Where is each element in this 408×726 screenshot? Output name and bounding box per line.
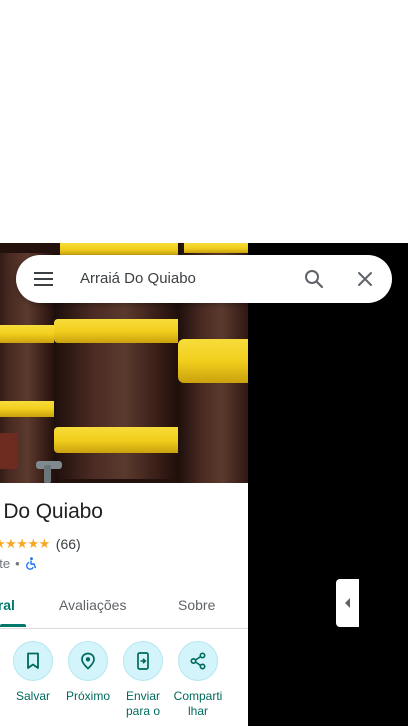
save-circle[interactable]: [13, 641, 53, 681]
category-row: nte •: [0, 556, 37, 571]
map-view[interactable]: [248, 243, 408, 726]
review-count[interactable]: (66): [56, 536, 81, 552]
place-title: á Do Quiabo: [0, 500, 103, 523]
place-category: nte: [0, 556, 11, 571]
nearby-icon: [81, 652, 95, 670]
nearby-label: Próximo: [65, 689, 110, 703]
search-bar[interactable]: Arraiá Do Quiabo: [16, 255, 392, 303]
top-blank-area: [0, 0, 408, 243]
tab-reviews[interactable]: Avaliações: [59, 597, 126, 613]
wheelchair-icon: [25, 557, 36, 570]
save-button[interactable]: Salvar: [5, 641, 61, 704]
tab-overview[interactable]: eral: [0, 597, 15, 613]
nearby-circle[interactable]: [68, 641, 108, 681]
separator-dot: •: [15, 556, 20, 571]
tab-active-indicator: [0, 624, 26, 627]
tab-about[interactable]: Sobre: [178, 597, 215, 613]
search-icon[interactable]: [302, 267, 326, 291]
place-tabs: eral Avaliações Sobre: [0, 579, 248, 629]
bookmark-icon: [27, 652, 39, 669]
save-label: Salvar: [15, 689, 50, 703]
rating-row[interactable]: ★★★★★ (66): [0, 536, 81, 552]
menu-icon[interactable]: [32, 269, 56, 289]
send-to-phone-icon: [137, 652, 149, 670]
nearby-button[interactable]: Próximo: [60, 641, 116, 704]
search-input[interactable]: Arraiá Do Quiabo: [80, 270, 196, 287]
share-label: Comparti lhar: [173, 689, 223, 718]
send-circle[interactable]: [123, 641, 163, 681]
share-button[interactable]: Comparti lhar: [170, 641, 226, 719]
place-panel: á Do Quiabo ★★★★★ (66) nte • eral Avalia…: [0, 243, 248, 726]
maps-screen: á Do Quiabo ★★★★★ (66) nte • eral Avalia…: [0, 0, 408, 726]
close-icon[interactable]: [353, 267, 377, 291]
collapse-panel-button[interactable]: [336, 579, 359, 627]
share-icon: [190, 652, 206, 670]
action-buttons: Salvar Próximo Enviar para o Comparti lh…: [0, 641, 248, 726]
send-to-phone-button[interactable]: Enviar para o: [115, 641, 171, 719]
send-label: Enviar para o: [125, 689, 161, 718]
chevron-left-icon: [344, 598, 350, 608]
share-circle[interactable]: [178, 641, 218, 681]
rating-stars: ★★★★★: [0, 536, 50, 551]
